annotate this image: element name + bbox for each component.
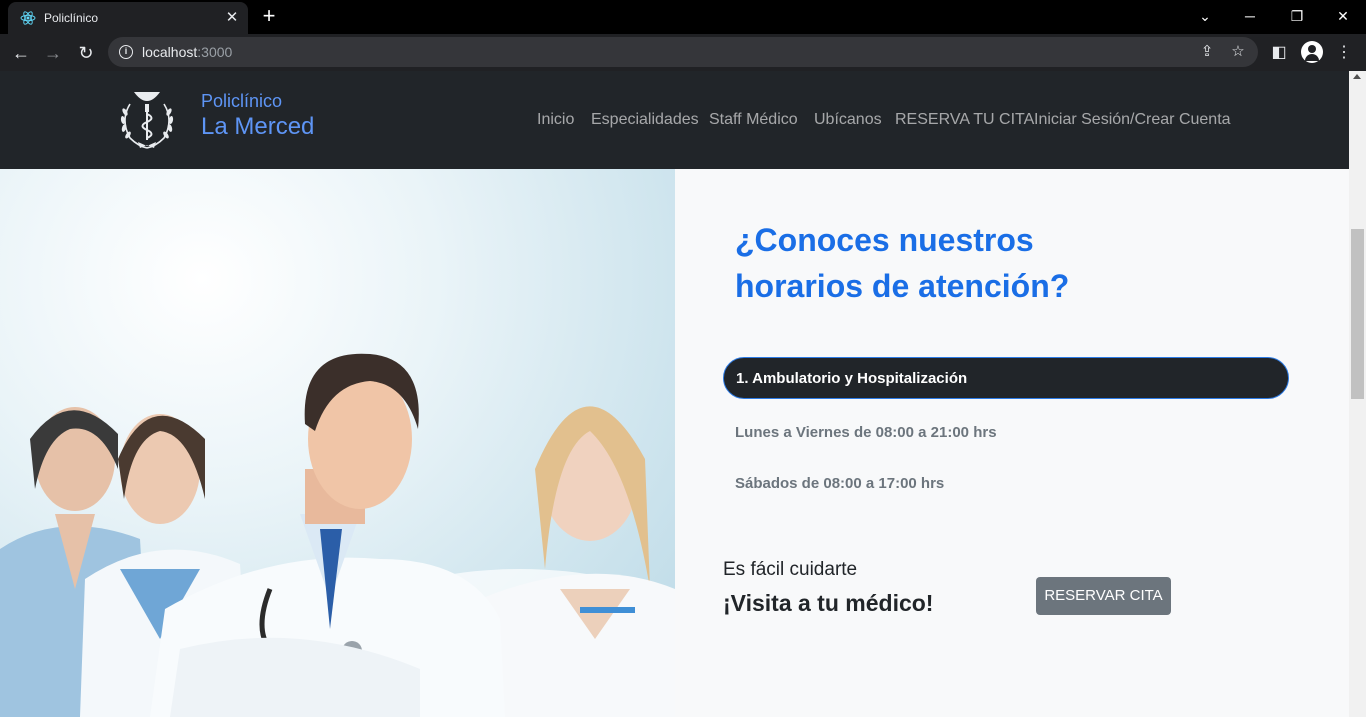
schedule-heading-line2: horarios de atención? — [735, 268, 1070, 304]
url-port: :3000 — [197, 44, 233, 60]
caduceus-logo[interactable] — [116, 86, 178, 150]
brand-name-line1[interactable]: Policlínico — [201, 91, 282, 112]
share-icon[interactable]: ⇪ — [1198, 43, 1216, 61]
nav-link-inicio[interactable]: Inicio — [537, 111, 574, 129]
close-window-icon[interactable]: ✕ — [1331, 6, 1355, 26]
menu-dots-icon[interactable]: ⋮ — [1333, 42, 1355, 64]
nav-link-reserva-cita[interactable]: RESERVA TU CITA — [895, 111, 1034, 129]
browser-tab-bar: Policlínico ✕ + ⌄ ─ ❐ ✕ — [0, 0, 1366, 34]
scroll-thumb[interactable] — [1351, 229, 1364, 399]
page-scrollbar[interactable] — [1349, 71, 1366, 717]
back-icon[interactable]: ← — [10, 42, 32, 64]
restore-icon[interactable]: ❐ — [1285, 6, 1309, 26]
nav-link-ubicanos[interactable]: Ubícanos — [814, 111, 882, 129]
cta-subtitle: Es fácil cuidarte — [723, 559, 858, 580]
nav-link-especialidades[interactable]: Especialidades — [591, 111, 699, 129]
nav-link-login[interactable]: Iniciar Sesión/Crear Cuenta — [1034, 111, 1231, 129]
accordion-title: 1. Ambulatorio y Hospitalización — [736, 370, 968, 387]
profile-avatar[interactable] — [1301, 41, 1323, 63]
page-viewport: Policlínico La Merced Inicio Especialida… — [0, 71, 1349, 717]
doctors-illustration — [0, 353, 675, 717]
reload-icon[interactable]: ↻ — [75, 42, 97, 64]
browser-toolbar: ← → ↻ i localhost:3000 ⇪ ☆ ◧ ⋮ — [0, 34, 1366, 71]
schedule-heading-line1: ¿Conoces nuestros — [735, 222, 1034, 258]
url-text: localhost:3000 — [142, 44, 232, 60]
brand-name-line2[interactable]: La Merced — [201, 113, 314, 141]
tab-title: Policlínico — [44, 11, 99, 25]
nav-link-staff-medico[interactable]: Staff Médico — [709, 111, 798, 129]
forward-icon[interactable]: → — [42, 42, 64, 64]
close-tab-icon[interactable]: ✕ — [224, 10, 240, 26]
scroll-up-arrow-icon[interactable] — [1353, 74, 1361, 79]
reservar-cita-button[interactable]: RESERVAR CITA — [1036, 577, 1171, 615]
hours-weekdays: Lunes a Viernes de 08:00 a 21:00 hrs — [735, 424, 997, 441]
address-bar[interactable]: i localhost:3000 ⇪ ☆ — [108, 37, 1258, 67]
tab-search-icon[interactable]: ⌄ — [1193, 6, 1217, 26]
new-tab-button[interactable]: + — [258, 5, 280, 28]
url-host: localhost — [142, 44, 198, 60]
react-icon — [20, 11, 36, 25]
doctors-hero-image — [0, 169, 675, 717]
site-navbar: Policlínico La Merced Inicio Especialida… — [0, 71, 1349, 169]
minimize-icon[interactable]: ─ — [1238, 6, 1262, 26]
bookmark-star-icon[interactable]: ☆ — [1229, 43, 1247, 61]
site-info-icon[interactable]: i — [119, 45, 133, 59]
accordion-ambulatorio[interactable]: 1. Ambulatorio y Hospitalización — [723, 357, 1289, 399]
side-panel-icon[interactable]: ◧ — [1268, 42, 1290, 64]
browser-tab[interactable]: Policlínico ✕ — [8, 2, 248, 34]
cta-title: ¡Visita a tu médico! — [723, 590, 934, 616]
hours-saturday: Sábados de 08:00 a 17:00 hrs — [735, 475, 945, 492]
